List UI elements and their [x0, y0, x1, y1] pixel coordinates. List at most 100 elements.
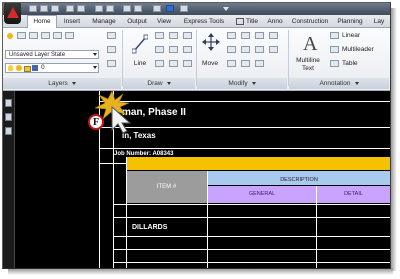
multiline-text-icon[interactable]: A — [303, 33, 317, 56]
chevron-down-icon — [93, 53, 97, 56]
multiline-label[interactable]: Multiline — [290, 57, 326, 64]
new-icon[interactable] — [29, 5, 37, 12]
layer-previous-icon[interactable] — [107, 46, 116, 53]
tab-view[interactable]: View — [153, 16, 175, 27]
multileader-label[interactable]: Multileader — [342, 46, 374, 53]
rectangle-icon[interactable] — [155, 46, 164, 53]
line-icon[interactable] — [132, 34, 148, 54]
copy-object-icon[interactable] — [269, 32, 278, 39]
undo-icon[interactable] — [66, 5, 74, 12]
layer-tool-icon[interactable] — [17, 32, 26, 39]
open-icon[interactable] — [40, 5, 48, 12]
trim-icon[interactable] — [241, 32, 250, 39]
application-menu-button[interactable] — [4, 3, 21, 24]
properties-icon[interactable] — [153, 5, 161, 12]
layers-panel-title[interactable]: Layers — [3, 78, 121, 89]
cursor-arrow-icon — [111, 106, 132, 134]
tab-manage[interactable]: Manage — [88, 16, 120, 27]
table-column-line — [316, 186, 317, 268]
rotate-icon[interactable] — [227, 32, 236, 39]
mirror-icon[interactable] — [227, 46, 236, 53]
layer-state-icon[interactable] — [29, 32, 38, 39]
layer-dropdown[interactable]: 0 — [5, 63, 99, 73]
chevron-down-icon[interactable] — [223, 7, 229, 11]
array-icon[interactable] — [241, 60, 250, 67]
multileader-icon[interactable] — [330, 46, 339, 53]
linear-dimension-icon[interactable] — [330, 32, 339, 39]
draw-panel-title[interactable]: Draw — [123, 78, 195, 89]
title-tab-icon — [235, 17, 244, 25]
move-icon[interactable] — [202, 33, 220, 51]
autocad-window: Home Insert Manage Output View Express T… — [2, 2, 391, 269]
tab-lay[interactable]: Lay — [369, 16, 389, 27]
table-header-band — [126, 157, 390, 170]
layer-value: 0 — [41, 64, 45, 71]
chevron-down-icon — [251, 81, 256, 85]
redo-icon[interactable] — [77, 5, 85, 12]
offset-icon[interactable] — [255, 60, 264, 67]
draw-panel-label: Draw — [147, 80, 163, 87]
polyline-icon[interactable] — [155, 32, 164, 39]
layer-off-icon[interactable] — [65, 32, 74, 39]
grid-line — [99, 101, 390, 102]
layer-state-dropdown[interactable]: Unsaved Layer State — [5, 50, 99, 59]
region-icon[interactable] — [183, 60, 192, 67]
drawing-canvas[interactable]: man, Phase II in, Texas Job Number: A083… — [15, 91, 390, 268]
erase-icon[interactable] — [255, 32, 264, 39]
layer-freeze-icon[interactable] — [53, 32, 62, 39]
sun-icon — [16, 65, 22, 71]
table-row — [113, 236, 390, 237]
palette-icon-2[interactable] — [5, 113, 12, 121]
save-icon[interactable] — [51, 5, 59, 12]
tab-planning[interactable]: Planning — [333, 16, 367, 27]
tab-output[interactable]: Output — [123, 16, 151, 27]
dillards-row-label: DILLARDS — [132, 224, 168, 231]
ellipse-icon[interactable] — [183, 46, 192, 53]
palette-icon-1[interactable] — [5, 99, 12, 107]
grid-line — [99, 127, 390, 128]
fillet-icon[interactable] — [241, 46, 250, 53]
tab-title[interactable]: Title — [232, 16, 262, 27]
item-header-label: ITEM # — [156, 184, 177, 190]
copy-icon[interactable] — [123, 5, 131, 12]
layer-isolate-icon[interactable] — [41, 32, 50, 39]
linear-label[interactable]: Linear — [342, 32, 360, 39]
move-button-label[interactable]: Move — [199, 60, 221, 67]
lock-icon — [24, 66, 31, 72]
spline-icon[interactable] — [169, 60, 178, 67]
autocad-logo-icon — [7, 7, 19, 18]
circle-icon[interactable] — [169, 32, 178, 39]
point-icon[interactable] — [155, 60, 164, 67]
tab-anno[interactable]: Anno — [264, 16, 286, 27]
selected-icon[interactable] — [166, 5, 174, 12]
paste-icon[interactable] — [134, 5, 142, 12]
palette-icon-3[interactable] — [5, 127, 12, 135]
tab-home[interactable]: Home — [27, 15, 57, 28]
workspace-icon[interactable] — [180, 5, 188, 12]
layer-properties-icon[interactable] — [7, 33, 13, 39]
annotation-panel-title[interactable]: Annotation — [289, 78, 389, 89]
print-icon[interactable] — [106, 5, 114, 12]
tab-express-tools[interactable]: Express Tools — [178, 16, 230, 27]
left-tool-palette — [3, 91, 15, 268]
table-row — [113, 204, 390, 205]
plot-icon[interactable] — [95, 5, 103, 12]
arc-icon[interactable] — [183, 32, 192, 39]
ribbon: Unsaved Layer State 0 Layers Line Draw M… — [3, 28, 390, 91]
explode-icon[interactable] — [255, 46, 264, 53]
hatch-icon[interactable] — [169, 46, 178, 53]
tab-insert[interactable]: Insert — [58, 16, 86, 27]
layer-match-icon[interactable] — [107, 32, 116, 39]
detail-header-label: DETAIL — [344, 191, 363, 197]
multiline-label-text[interactable]: Text — [290, 65, 326, 72]
chevron-down-icon — [354, 81, 359, 85]
modify-panel-title[interactable]: Modify — [197, 78, 287, 89]
line-button-label[interactable]: Line — [129, 60, 151, 67]
layer-walk-icon[interactable] — [107, 60, 116, 67]
scale-icon[interactable] — [227, 60, 236, 67]
table-icon[interactable] — [330, 60, 339, 67]
quick-access-toolbar — [3, 3, 390, 15]
table-label[interactable]: Table — [342, 60, 358, 67]
stretch-icon[interactable] — [269, 46, 278, 53]
tab-construction[interactable]: Construction — [288, 16, 332, 27]
